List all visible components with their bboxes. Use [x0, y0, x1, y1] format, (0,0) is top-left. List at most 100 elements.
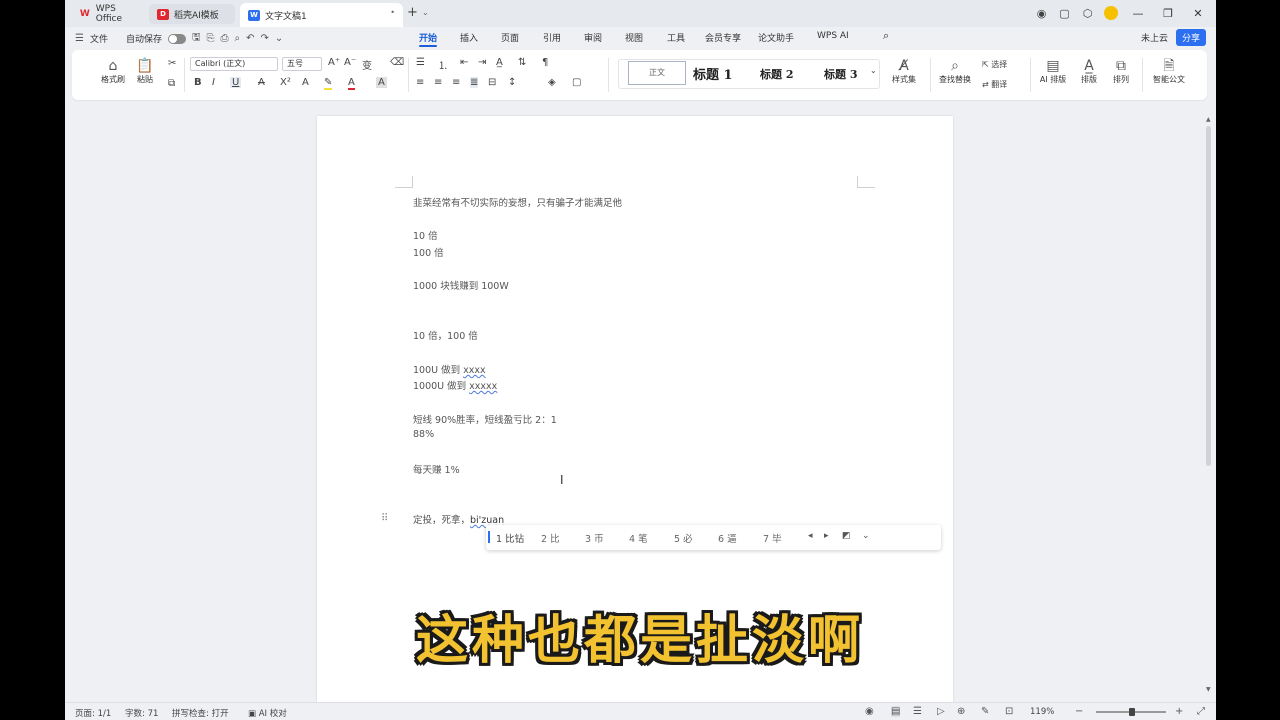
scroll-down-icon[interactable]: ▼ [1206, 686, 1211, 693]
underline-icon[interactable]: U [230, 77, 242, 88]
show-marks-icon[interactable]: ¶ [542, 57, 548, 68]
justify-icon[interactable]: ≣ [470, 77, 479, 88]
doc-line[interactable]: 1000 块钱赚到 100W [413, 278, 509, 292]
close-icon[interactable]: ✕ [1188, 7, 1208, 20]
redo-icon[interactable]: ↷ [261, 33, 269, 44]
chevron-down-icon[interactable]: ⌄ [275, 33, 283, 44]
decrease-indent-icon[interactable]: ⇤ [460, 57, 468, 68]
font-color-icon[interactable]: A [348, 77, 355, 90]
restore-window-icon[interactable]: ▢ [1058, 7, 1071, 20]
ai-assistant-icon[interactable]: ◉ [1035, 7, 1048, 20]
new-tab-button[interactable]: + [407, 5, 418, 20]
cloud-status[interactable]: 未上云 [1141, 31, 1168, 44]
ime-next-icon[interactable]: ▸ [824, 531, 829, 541]
doc-line[interactable]: 100U 做到 xxxx [413, 362, 486, 376]
distribute-icon[interactable]: ⊟ [488, 77, 496, 88]
tab-wps-ai[interactable]: WPS AI [817, 31, 849, 41]
misspelled-word[interactable]: xxxxx [469, 381, 497, 392]
highlight-icon[interactable]: ✎ [324, 77, 333, 90]
export-icon[interactable]: ⎘ [207, 33, 215, 44]
word-count[interactable]: 字数: 71 [125, 707, 158, 719]
doc-line[interactable]: 100 倍 [413, 245, 444, 259]
ime-candidate[interactable]: 1 比钻 [496, 531, 524, 545]
fit-width-icon[interactable]: ⊡ [1005, 706, 1013, 717]
copy-icon[interactable]: ⧉ [168, 78, 175, 89]
shrink-font-icon[interactable]: A⁻ [344, 57, 356, 68]
grow-font-icon[interactable]: A⁺ [328, 57, 340, 68]
tab-thesis[interactable]: 论文助手 [758, 31, 794, 44]
menu-icon[interactable]: ☰ [75, 33, 84, 44]
doc-line[interactable]: 韭菜经常有不切实际的妄想，只有骗子才能满足他 [413, 195, 622, 209]
format-painter-button[interactable]: ⌂ 格式刷 [98, 58, 128, 85]
doc-line[interactable]: 定投，死拿，bi'zuan [413, 512, 504, 526]
zoom-level[interactable]: 119% [1030, 707, 1054, 717]
ime-candidate[interactable]: 3 币 [585, 531, 604, 545]
zoom-in-icon[interactable]: + [1175, 706, 1183, 717]
page-view-icon[interactable]: ▤ [891, 706, 901, 717]
bullet-list-icon[interactable]: ☰ [416, 57, 425, 68]
search-icon[interactable]: ⌕ [883, 29, 889, 43]
bold-icon[interactable]: B [194, 77, 202, 88]
tab-document[interactable]: W 文字文稿1 • [240, 3, 403, 27]
tab-close-icon[interactable]: • [390, 8, 395, 17]
text-effect-icon[interactable]: A [302, 77, 309, 88]
ime-candidate[interactable]: 6 逼 [718, 531, 737, 545]
tab-view[interactable]: 视图 [625, 31, 643, 44]
style-set-button[interactable]: A̸ 样式集 [884, 58, 924, 85]
doc-line[interactable]: 88% [413, 429, 434, 440]
clear-format-icon[interactable]: ⌫ [390, 57, 404, 68]
zoom-slider-handle[interactable] [1129, 708, 1135, 716]
smart-doc-button[interactable]: 🗎 智能公文 [1148, 58, 1190, 85]
ime-settings-icon[interactable]: ◩ [842, 531, 851, 541]
tab-home[interactable]: 开始 [419, 31, 438, 47]
shading-icon[interactable]: ◈ [548, 77, 556, 88]
ime-candidate[interactable]: 7 毕 [763, 531, 782, 545]
style-heading-3[interactable]: 标题 3 [824, 66, 857, 82]
misspelled-word[interactable]: xxxx [463, 365, 486, 376]
text-direction-icon[interactable]: A̲ [496, 57, 503, 68]
sort-icon[interactable]: ⇅ [518, 57, 526, 68]
cube-icon[interactable]: ⬡ [1081, 7, 1094, 20]
select-button[interactable]: ⇱ 选择 [982, 59, 1007, 70]
ime-candidate[interactable]: 2 比 [541, 531, 560, 545]
play-icon[interactable]: ▷ [937, 706, 945, 717]
chevron-down-icon[interactable]: ⌄ [870, 66, 877, 75]
align-left-icon[interactable]: ≡ [416, 77, 424, 88]
tab-page[interactable]: 页面 [501, 31, 519, 44]
ime-candidate[interactable]: 4 笔 [629, 531, 648, 545]
doc-line[interactable]: 1000U 做到 xxxxx [413, 378, 497, 392]
doc-line[interactable]: 10 倍，100 倍 [413, 328, 478, 342]
tab-ai-templates[interactable]: D 稻壳AI模板 [149, 4, 235, 24]
tab-references[interactable]: 引用 [543, 31, 561, 44]
strikethrough-icon[interactable]: A [258, 77, 265, 88]
doc-line[interactable]: 短线 90%胜率，短线盈亏比 2：1 [413, 412, 557, 426]
layout-button[interactable]: A̲ 排版 [1074, 58, 1104, 85]
superscript-icon[interactable]: X² [280, 77, 291, 88]
italic-icon[interactable]: I [212, 77, 215, 88]
save-icon[interactable]: 🖫 [192, 30, 201, 47]
font-size-select[interactable]: 五号 [282, 57, 322, 71]
char-shading-icon[interactable]: A [376, 77, 387, 88]
style-heading-1[interactable]: 标题 1 [693, 64, 733, 83]
doc-line[interactable]: 每天赚 1% [413, 462, 460, 476]
translate-button[interactable]: ⇄ 翻译 [982, 79, 1007, 90]
scroll-thumb[interactable] [1206, 126, 1211, 466]
drag-handle-icon[interactable]: ⠿ [381, 513, 388, 524]
ai-layout-button[interactable]: ▤ AI 排版 [1034, 58, 1072, 85]
tab-tools[interactable]: 工具 [667, 31, 685, 44]
autosave-toggle[interactable] [168, 33, 186, 44]
zoom-out-icon[interactable]: − [1075, 706, 1083, 717]
tab-insert[interactable]: 插入 [460, 31, 478, 44]
numbered-list-icon[interactable]: ⒈ [438, 57, 448, 72]
doc-line[interactable]: 10 倍 [413, 228, 438, 242]
increase-indent-icon[interactable]: ⇥ [478, 57, 486, 68]
ime-candidate[interactable]: 5 必 [674, 531, 693, 545]
line-spacing-icon[interactable]: ↕ [508, 77, 516, 88]
chevron-down-icon[interactable]: ⌄ [862, 531, 870, 541]
style-normal[interactable]: 正文 [628, 61, 686, 85]
expand-icon[interactable]: ⤢ [1197, 706, 1205, 717]
paste-button[interactable]: 📋 粘贴 [130, 58, 160, 85]
pen-icon[interactable]: ✎ [981, 706, 989, 717]
font-name-select[interactable]: Calibri (正文) [190, 57, 278, 71]
eye-icon[interactable]: ◉ [865, 706, 874, 717]
